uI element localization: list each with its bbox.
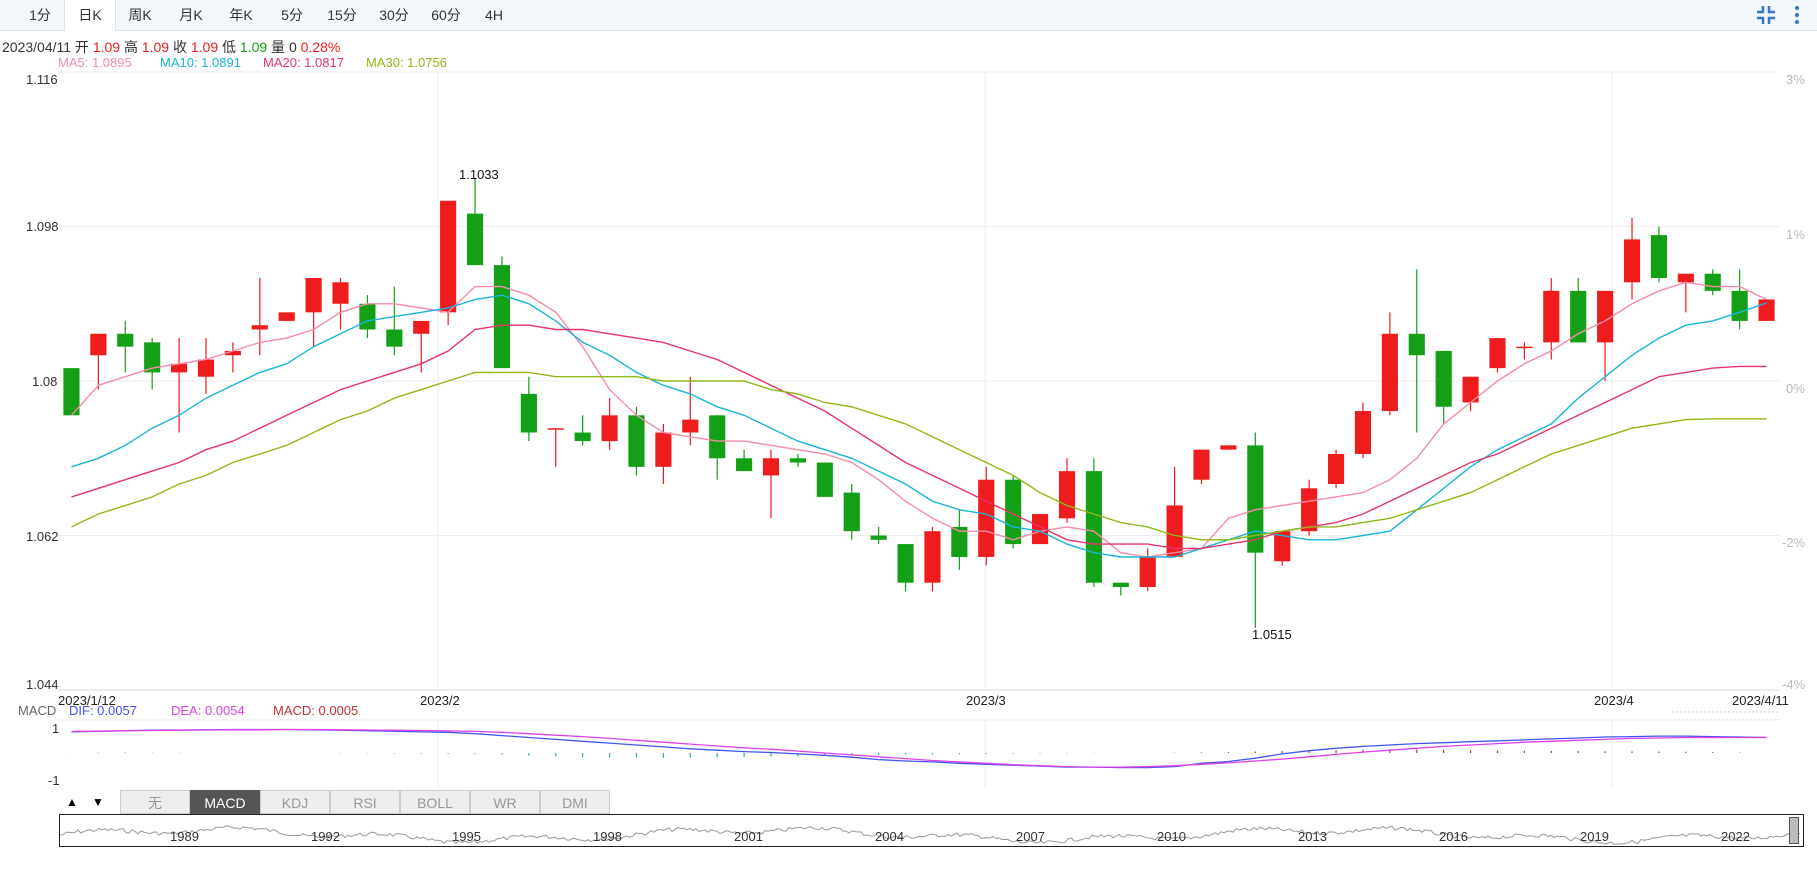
indicator-none[interactable]: 无 xyxy=(120,790,190,814)
arrow-down-button[interactable]: ▼ xyxy=(86,790,110,814)
candle-body xyxy=(628,415,645,467)
candle-body xyxy=(359,303,376,330)
candle-body xyxy=(278,312,295,321)
candle-body xyxy=(709,415,726,459)
candle-body xyxy=(1704,273,1721,291)
navigator-year: 2010 xyxy=(1157,829,1186,844)
ma-line-ma5 xyxy=(70,281,1767,558)
ma-line-ma30 xyxy=(71,371,1767,541)
candle-body xyxy=(1516,346,1533,349)
candle-body xyxy=(1758,299,1775,321)
ma-line-ma20 xyxy=(71,324,1767,550)
navigator-year: 1989 xyxy=(170,829,199,844)
candle-body xyxy=(1731,290,1748,321)
candle-body xyxy=(1301,488,1318,532)
candle-body xyxy=(843,492,860,532)
navigator-year: 2007 xyxy=(1016,829,1045,844)
navigator-handle[interactable] xyxy=(1789,817,1799,844)
navigator-year: 1998 xyxy=(593,829,622,844)
candle-body xyxy=(493,265,511,369)
navigator-year: 1992 xyxy=(311,829,340,844)
range-navigator[interactable]: 1989 1992 1995 1998 2001 2004 2007 2010 … xyxy=(59,814,1804,847)
navigator-year: 2013 xyxy=(1298,829,1327,844)
candle-body xyxy=(520,393,537,433)
candle-body xyxy=(251,325,268,330)
candle-body xyxy=(305,278,322,313)
indicator-wr[interactable]: WR xyxy=(470,790,540,814)
candle-body xyxy=(413,320,430,334)
navigator-year: 2022 xyxy=(1721,829,1750,844)
arrow-up-button[interactable]: ▲ xyxy=(60,790,84,814)
candle-body xyxy=(1489,338,1506,369)
indicator-kdj[interactable]: KDJ xyxy=(260,790,330,814)
candle-body xyxy=(924,531,941,583)
candle-body xyxy=(682,419,699,433)
navigator-year: 2004 xyxy=(875,829,904,844)
indicator-dmi[interactable]: DMI xyxy=(540,790,610,814)
navigator-year: 1995 xyxy=(452,829,481,844)
indicator-rsi[interactable]: RSI xyxy=(330,790,400,814)
candle-body xyxy=(1435,350,1452,407)
navigator-year: 2001 xyxy=(734,829,763,844)
candle-body xyxy=(90,333,107,356)
candle-body xyxy=(1327,453,1345,484)
candle-body xyxy=(1193,449,1210,480)
dif-line xyxy=(71,728,1767,769)
candle-body xyxy=(1085,471,1102,583)
indicator-boll[interactable]: BOLL xyxy=(400,790,470,814)
candle-body xyxy=(1408,333,1425,356)
candle-body xyxy=(1058,471,1076,519)
candle-body xyxy=(1543,290,1560,343)
price-chart[interactable] xyxy=(0,0,1817,881)
indicator-macd[interactable]: MACD xyxy=(190,790,260,814)
candle-body xyxy=(1220,445,1237,450)
candle-body xyxy=(601,415,618,442)
candle-body xyxy=(1139,556,1156,587)
candle-body xyxy=(547,428,564,430)
navigator-year: 2016 xyxy=(1439,829,1468,844)
candle-body xyxy=(1570,290,1587,343)
candle-body xyxy=(1166,505,1183,557)
candle-body xyxy=(655,432,672,467)
candle-body xyxy=(440,200,457,313)
candle-body xyxy=(386,329,403,347)
candle-body xyxy=(197,359,215,377)
candle-body xyxy=(1354,411,1372,454)
candle-body xyxy=(978,479,995,557)
candle-body xyxy=(816,462,833,497)
candle-body xyxy=(870,535,887,540)
candle-body xyxy=(1677,273,1694,283)
candle-body xyxy=(1381,333,1398,412)
candle-body xyxy=(789,458,806,463)
candle-body xyxy=(332,282,349,304)
candle-body xyxy=(574,432,591,442)
candle-body xyxy=(1112,582,1129,587)
candle-body xyxy=(736,458,753,472)
candle-body xyxy=(466,213,484,266)
navigator-year: 2019 xyxy=(1580,829,1609,844)
candle-body xyxy=(762,458,780,476)
candle-body xyxy=(117,333,134,347)
candle-body xyxy=(1623,239,1641,283)
candle-body xyxy=(897,544,914,583)
candle-body xyxy=(1650,235,1667,278)
